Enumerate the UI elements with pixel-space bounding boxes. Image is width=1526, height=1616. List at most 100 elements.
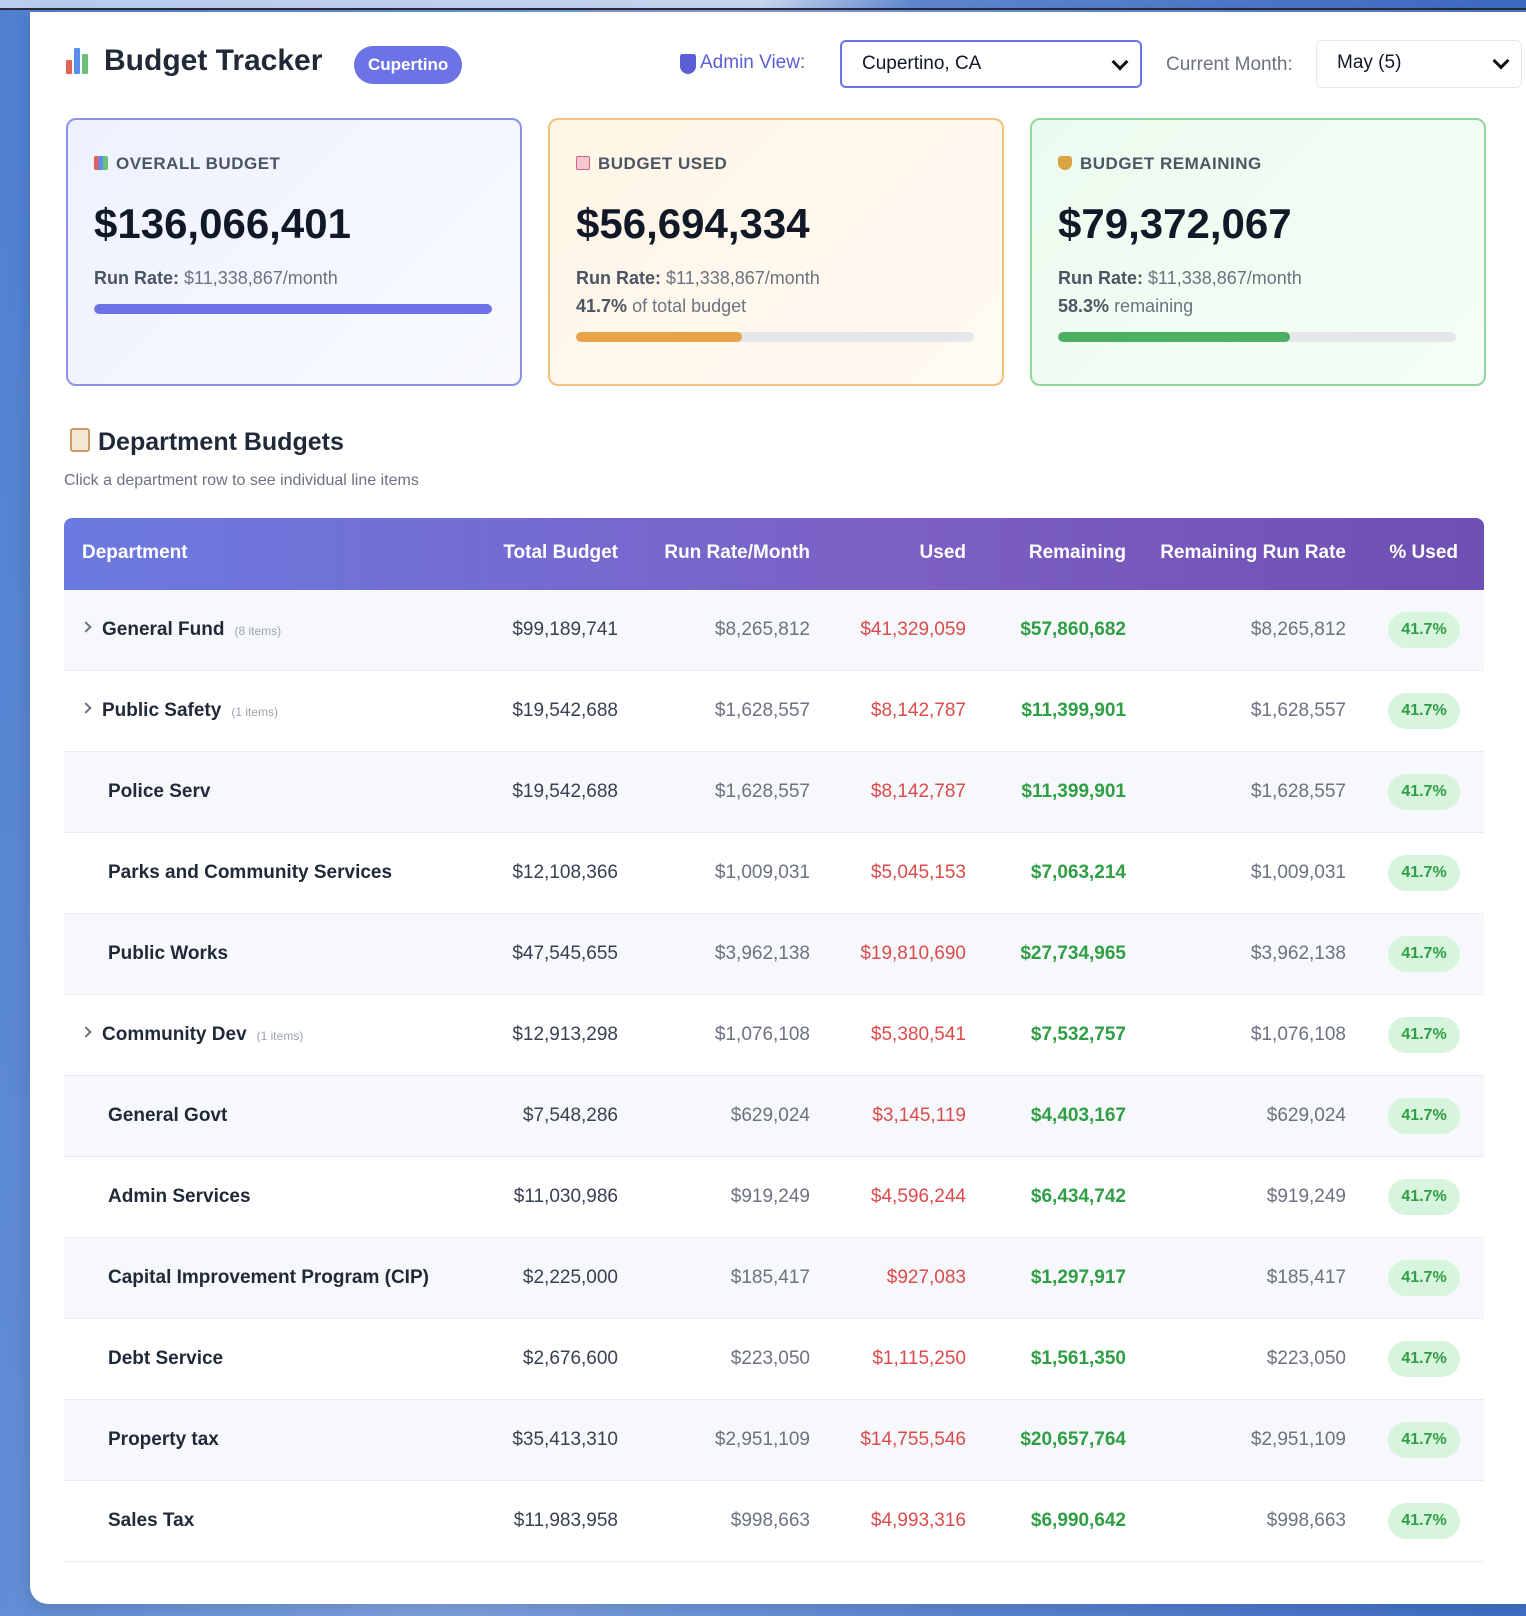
department-name: General Fund (8 items) (102, 619, 282, 640)
item-count: (8 items) (234, 624, 282, 638)
percent-used-badge: 41.7% (1388, 1341, 1460, 1377)
section-title: Department Budgets (98, 428, 344, 456)
remaining-cell: $7,063,214 (1030, 862, 1126, 883)
department-name: Property tax (108, 1429, 219, 1450)
table-row[interactable]: Parks and Community Services $12,108,366 $… (64, 833, 1484, 914)
remaining-run-rate-cell: $1,628,557 (1250, 781, 1346, 802)
remaining-run-rate-cell: $1,628,557 (1250, 700, 1346, 721)
remaining-cell: $4,403,167 (1030, 1105, 1126, 1126)
table-row[interactable]: General Govt $7,548,286 $629,024 $3,145,119… (64, 1076, 1484, 1157)
current-month-select[interactable]: May (5) (1316, 40, 1522, 88)
chevron-down-icon (1492, 52, 1510, 70)
total-budget-cell: $7,548,286 (522, 1105, 618, 1126)
percent-used-badge: 41.7% (1388, 1179, 1460, 1215)
remaining-cell: $6,990,642 (1030, 1510, 1126, 1531)
table-row[interactable]: Debt Service $2,676,600 $223,050 $1,115,250… (64, 1319, 1484, 1400)
department-name: Public Safety (1 items) (102, 700, 278, 721)
total-budget-cell: $19,542,688 (512, 781, 618, 802)
run-rate-cell: $185,417 (730, 1267, 810, 1288)
table-row[interactable]: General Fund (8 items) $99,189,741 $8,265,8… (64, 590, 1484, 671)
department-name: Debt Service (108, 1348, 224, 1369)
remaining-run-rate-cell: $3,962,138 (1250, 943, 1346, 964)
total-budget-cell: $12,913,298 (512, 1024, 618, 1045)
main-panel: Budget Tracker Cupertino Admin View: Cup… (30, 12, 1526, 1604)
percent-used-badge: 41.7% (1388, 774, 1460, 810)
department-name: General Govt (108, 1105, 228, 1126)
table-row[interactable]: Community Dev (1 items) $12,913,298 $1,076,… (64, 995, 1484, 1076)
col-remaining[interactable]: Remaining (1029, 542, 1126, 564)
overall-budget-label: OVERALL BUDGET (94, 154, 280, 174)
table-body: General Fund (8 items) $99,189,741 $8,265,8… (64, 590, 1484, 1562)
app-title: Budget Tracker (104, 44, 323, 77)
percent-used-badge: 41.7% (1388, 855, 1460, 891)
overall-run-rate: Run Rate: $11,338,867/month (94, 268, 338, 288)
used-cell: $3,145,119 (872, 1105, 966, 1126)
table-row[interactable]: Sales Tax $11,983,958 $998,663 $4,993,316 $6… (64, 1481, 1484, 1562)
admin-view-label: Admin View: (700, 52, 806, 73)
chevron-down-icon (1111, 53, 1129, 71)
percent-used-badge: 41.7% (1388, 1503, 1460, 1539)
run-rate-cell: $8,265,812 (714, 619, 810, 640)
header: Budget Tracker Cupertino Admin View: Cup… (66, 30, 1522, 94)
percent-used-badge: 41.7% (1388, 1422, 1460, 1458)
col-department[interactable]: Department (82, 542, 188, 564)
department-name: Public Works (108, 943, 229, 964)
used-cell: $5,045,153 (870, 862, 966, 883)
department-name: Police Serv (108, 781, 211, 802)
shield-icon (680, 54, 696, 74)
bar-chart-icon (66, 46, 90, 74)
col-percent-used[interactable]: % Used (1389, 542, 1458, 564)
admin-view-select[interactable]: Cupertino, CA (840, 40, 1142, 88)
overall-progress-bar (94, 304, 492, 314)
used-cell: $5,380,541 (870, 1024, 966, 1045)
table-row[interactable]: Public Works $47,545,655 $3,962,138 $19,810… (64, 914, 1484, 995)
chevron-right-icon[interactable] (80, 702, 92, 714)
percent-used-badge: 41.7% (1388, 936, 1460, 972)
admin-view-value: Cupertino, CA (862, 53, 982, 74)
total-budget-cell: $12,108,366 (512, 862, 618, 883)
percent-used-badge: 41.7% (1388, 693, 1460, 729)
used-run-rate: Run Rate: $11,338,867/month (576, 268, 820, 288)
total-budget-cell: $99,189,741 (512, 619, 618, 640)
table-row[interactable]: Police Serv $19,542,688 $1,628,557 $8,142,7… (64, 752, 1484, 833)
remaining-cell: $57,860,682 (1020, 619, 1126, 640)
col-total-budget[interactable]: Total Budget (503, 542, 618, 564)
used-cell: $19,810,690 (860, 943, 966, 964)
remaining-cell: $20,657,764 (1020, 1429, 1126, 1450)
current-month-value: May (5) (1337, 52, 1402, 73)
run-rate-cell: $919,249 (730, 1186, 810, 1207)
percent-used-badge: 41.7% (1388, 1098, 1460, 1134)
used-progress-bar (576, 332, 974, 342)
department-name: Sales Tax (108, 1510, 195, 1531)
table-row[interactable]: Public Safety (1 items) $19,542,688 $1,628,… (64, 671, 1484, 752)
item-count: (1 items) (231, 705, 278, 719)
run-rate-cell: $1,628,557 (714, 781, 810, 802)
remaining-cell: $6,434,742 (1030, 1186, 1126, 1207)
city-badge: Cupertino (354, 46, 463, 84)
col-run-rate[interactable]: Run Rate/Month (664, 542, 810, 564)
budget-remaining-value: $79,372,067 (1058, 200, 1292, 247)
total-budget-cell: $35,413,310 (512, 1429, 618, 1450)
chevron-right-icon[interactable] (80, 1026, 92, 1038)
remaining-run-rate-cell: $2,951,109 (1250, 1429, 1346, 1450)
used-cell: $14,755,546 (860, 1429, 966, 1450)
col-used[interactable]: Used (920, 542, 966, 564)
remaining-cell: $11,399,901 (1021, 700, 1126, 721)
remaining-cell: $1,561,350 (1030, 1348, 1126, 1369)
remaining-run-rate-cell: $629,024 (1266, 1105, 1346, 1126)
table-row[interactable]: Admin Services $11,030,986 $919,249 $4,596,… (64, 1157, 1484, 1238)
budget-remaining-card: BUDGET REMAINING $79,372,067 Run Rate: $… (1030, 118, 1486, 386)
remaining-cell: $27,734,965 (1020, 943, 1126, 964)
used-cell: $4,596,244 (870, 1186, 966, 1207)
run-rate-cell: $223,050 (730, 1348, 810, 1369)
bar-chart-icon (94, 156, 108, 170)
used-cell: $927,083 (886, 1267, 966, 1288)
col-remaining-run-rate[interactable]: Remaining Run Rate (1160, 542, 1346, 564)
remaining-run-rate-cell: $1,009,031 (1250, 862, 1346, 883)
chevron-right-icon[interactable] (80, 621, 92, 633)
percent-used-badge: 41.7% (1388, 1260, 1460, 1296)
table-row[interactable]: Capital Improvement Program (CIP) $2,225,… (64, 1238, 1484, 1319)
money-bag-icon (1058, 156, 1072, 170)
table-row[interactable]: Property tax $35,413,310 $2,951,109 $14,755… (64, 1400, 1484, 1481)
used-cell: $41,329,059 (860, 619, 966, 640)
